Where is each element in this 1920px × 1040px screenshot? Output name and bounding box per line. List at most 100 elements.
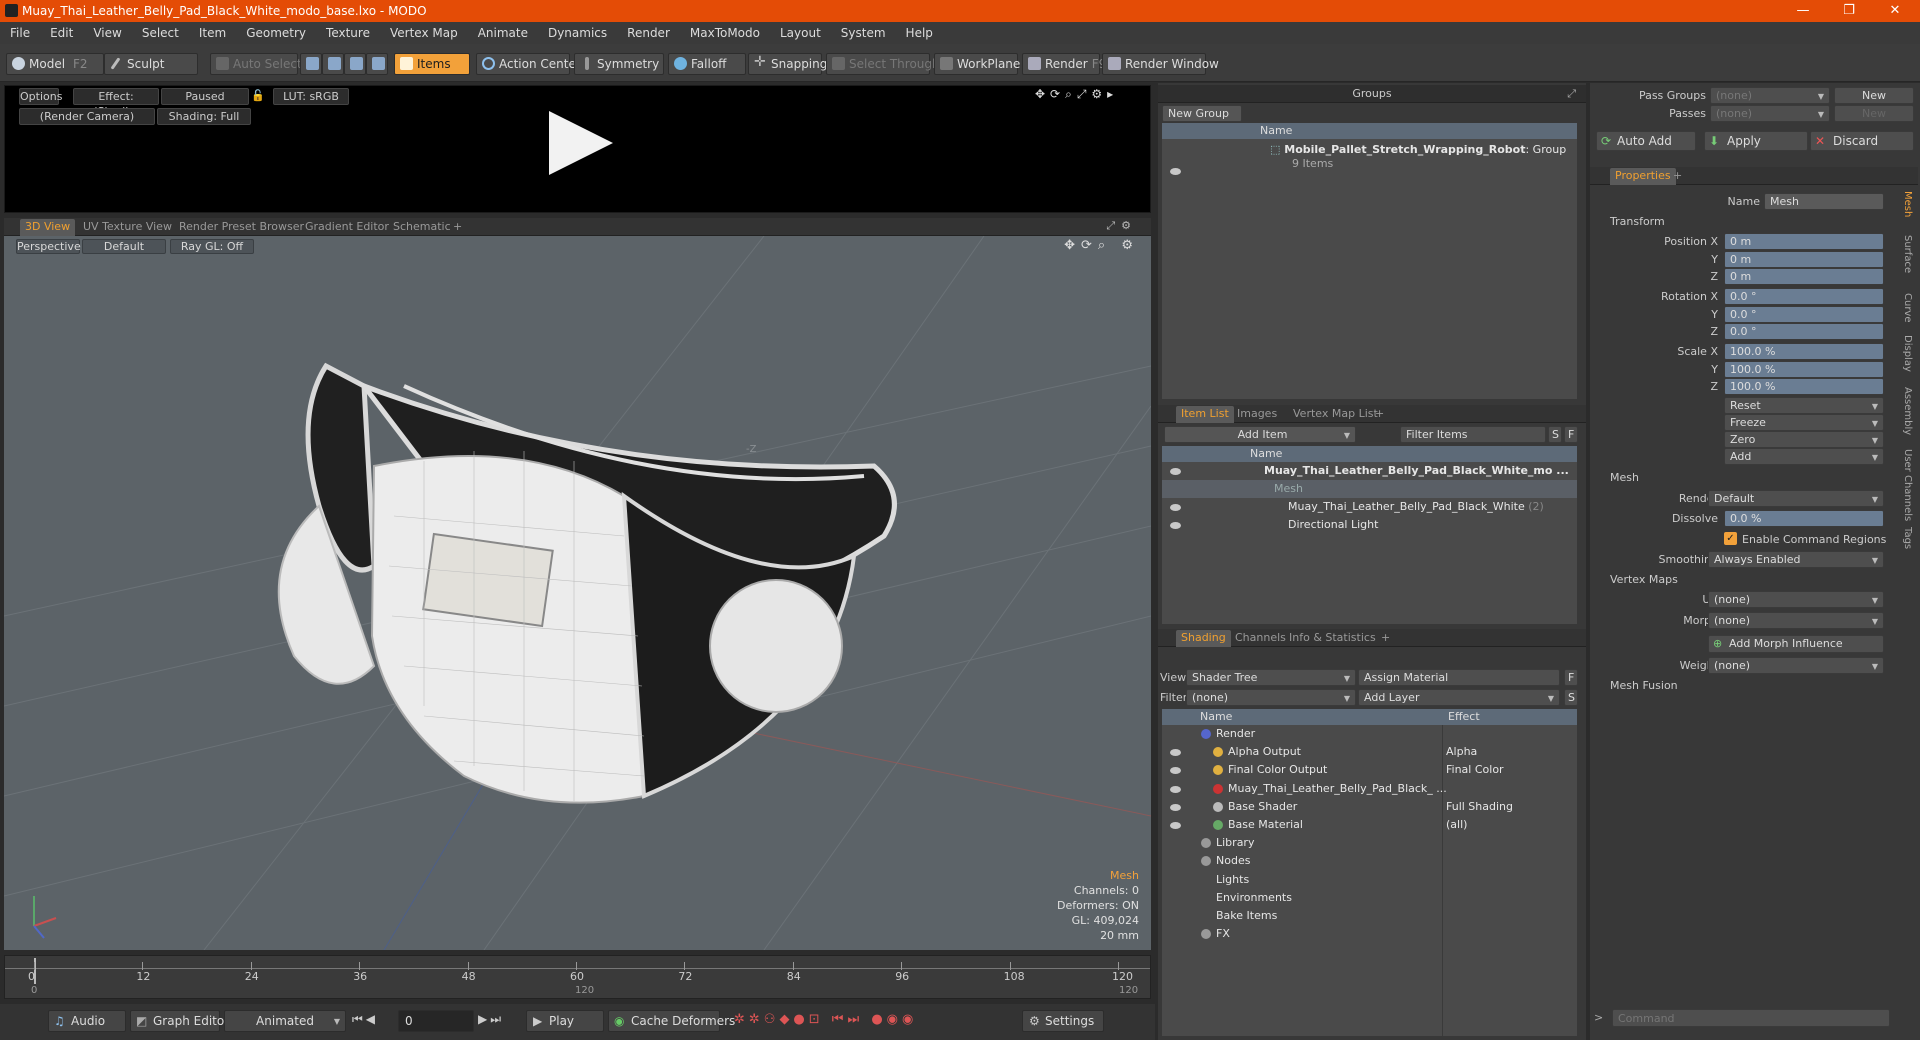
shading-dropdown[interactable]: Shading: Full (157, 108, 251, 125)
frame-field[interactable]: 0 (398, 1010, 474, 1032)
name-field[interactable]: Mesh (1764, 193, 1884, 210)
add-itemlist-tab[interactable]: + (1370, 406, 1389, 423)
graph-editor-button[interactable]: ◩ Graph Editor (130, 1010, 229, 1032)
workplane-button[interactable]: WorkPlane (934, 53, 1020, 75)
menu-dynamics[interactable]: Dynamics (538, 26, 617, 40)
render-window-button[interactable]: Render Window (1102, 53, 1219, 75)
uv-dropdown[interactable]: (none) (1708, 591, 1884, 608)
add-dropdown[interactable]: Add (1724, 448, 1884, 465)
preview-effect-dropdown[interactable]: Effect: (Shadi... (73, 88, 159, 118)
add-item-dropdown[interactable]: Add Item (1164, 426, 1356, 443)
render-button[interactable]: Render F9 (1022, 53, 1106, 75)
sculpt-button[interactable]: Sculpt (104, 53, 198, 75)
shading-f-button[interactable]: F (1564, 669, 1578, 686)
menu-file[interactable]: File (0, 26, 40, 40)
item-list[interactable]: Name Muay_Thai_Leather_Belly_Pad_Black_W… (1162, 446, 1577, 624)
render-camera-dropdown[interactable]: (Render Camera) (19, 108, 155, 125)
menu-maxtomodo[interactable]: MaxToModo (680, 26, 770, 40)
tab-gradient-editor[interactable]: Gradient Editor (300, 219, 394, 236)
shader-tree-row[interactable]: Bake Items (1162, 907, 1577, 925)
auto-select-button[interactable]: Auto Select (210, 53, 302, 75)
shader-tree-row[interactable]: Final Color Output Final Color (1162, 761, 1577, 779)
itemlist-f-button[interactable]: F (1564, 426, 1578, 443)
menu-edit[interactable]: Edit (40, 26, 83, 40)
add-layer-dropdown[interactable]: Add Layer (1358, 689, 1560, 706)
rotation-z-field[interactable]: 0.0 ° (1724, 323, 1884, 340)
mesh-fusion-section[interactable]: Mesh Fusion (1610, 679, 1678, 692)
shader-tree-row[interactable]: Render (1162, 725, 1577, 743)
new-pass-button[interactable]: New (1834, 105, 1914, 122)
morph-dropdown[interactable]: (none) (1708, 612, 1884, 629)
discard-button[interactable]: ✕ Discard (1810, 131, 1914, 151)
reset-dropdown[interactable]: Reset (1724, 397, 1884, 414)
shader-tree-row[interactable]: Lights (1162, 871, 1577, 889)
apply-button[interactable]: ⬇ Apply (1704, 131, 1808, 151)
shader-tree-row[interactable]: Base Shader Full Shading (1162, 798, 1577, 816)
weight-dropdown[interactable]: (none) (1708, 657, 1884, 674)
key-record-icons[interactable]: ✲✲⚇◆●⊡ ⏮⏭ ●◉◉ (734, 1012, 917, 1027)
menu-vertex-map[interactable]: Vertex Map (380, 26, 468, 40)
menu-render[interactable]: Render (617, 26, 680, 40)
scale-z-field[interactable]: 100.0 % (1724, 378, 1884, 395)
sidetab-curve[interactable]: Curve (1902, 293, 1913, 323)
play-icon[interactable] (549, 111, 613, 175)
close-icon[interactable]: ✕ (1872, 0, 1918, 22)
vertices-mode-button[interactable] (300, 53, 322, 75)
menu-animate[interactable]: Animate (468, 26, 538, 40)
render-dropdown[interactable]: Default (1708, 490, 1884, 507)
model-button[interactable]: Model F2 (6, 53, 104, 75)
3d-viewport[interactable]: Perspective Default Ray GL: Off ✥⟳⌕ ⚙ -Z… (4, 236, 1151, 950)
menu-texture[interactable]: Texture (316, 26, 380, 40)
filter-items-input[interactable]: Filter Items (1400, 426, 1546, 443)
restore-icon[interactable]: ❐ (1826, 0, 1872, 22)
smoothing-dropdown[interactable]: Always Enabled (1708, 551, 1884, 568)
shader-visibility-eye-icon[interactable] (1170, 749, 1181, 757)
menu-help[interactable]: Help (896, 26, 943, 40)
tab-info-statistics[interactable]: Info & Statistics (1284, 630, 1381, 647)
group-visibility-eye-icon[interactable] (1170, 168, 1181, 175)
menu-item[interactable]: Item (189, 26, 236, 40)
shader-tree-row[interactable]: Environments (1162, 889, 1577, 907)
sidetab-mesh[interactable]: Mesh (1902, 191, 1913, 217)
position-y-field[interactable]: 0 m (1724, 251, 1884, 268)
list-item-scene[interactable]: Muay_Thai_Leather_Belly_Pad_Black_White_… (1162, 462, 1577, 480)
falloff-button[interactable]: Falloff (668, 53, 746, 75)
snapping-button[interactable]: ✛ Snapping (748, 53, 827, 75)
shader-tree-row[interactable]: FX (1162, 925, 1577, 943)
viewport-nav-icons[interactable]: ✥⟳⌕ ⚙ (1064, 238, 1139, 253)
edges-mode-button[interactable] (322, 53, 344, 75)
tab-render-preset-browser[interactable]: Render Preset Browser (174, 219, 309, 236)
tab-shading[interactable]: Shading (1176, 630, 1231, 647)
transport-forward-icons[interactable]: ▶⏭ (478, 1012, 504, 1027)
tab-schematic[interactable]: Schematic (388, 219, 456, 236)
list-item-mesh[interactable]: Mesh (1162, 480, 1577, 498)
shading-s-button[interactable]: S (1564, 689, 1578, 706)
tab-images[interactable]: Images (1232, 406, 1282, 423)
menu-system[interactable]: System (831, 26, 896, 40)
audio-button[interactable]: ♫ Audio (48, 1010, 126, 1032)
materials-mode-button[interactable] (366, 53, 388, 75)
new-group-button[interactable]: New Group (1162, 105, 1242, 122)
shader-visibility-eye-icon[interactable] (1170, 785, 1181, 793)
lut-dropdown[interactable]: LUT: sRGB (273, 88, 349, 105)
command-input[interactable] (1612, 1009, 1890, 1027)
shader-view-dropdown[interactable]: Shader Tree (1186, 669, 1356, 686)
freeze-dropdown[interactable]: Freeze (1724, 414, 1884, 431)
animated-dropdown[interactable]: Animated (224, 1010, 346, 1032)
lock-icon[interactable]: 🔓 (251, 88, 265, 105)
menu-view[interactable]: View (83, 26, 131, 40)
dissolve-field[interactable]: 0.0 % (1724, 510, 1884, 527)
view-tab-controls[interactable]: ⤢⚙ (1106, 219, 1137, 233)
sidetab-surface[interactable]: Surface (1902, 235, 1913, 273)
sidetab-tags[interactable]: Tags (1902, 527, 1913, 549)
default-style-dropdown[interactable]: Default (82, 239, 166, 254)
tab-channels[interactable]: Channels (1230, 630, 1291, 647)
tab-uv-texture-view[interactable]: UV Texture View (78, 219, 177, 236)
groups-expand-icon[interactable]: ⤢ (1567, 85, 1576, 102)
itemlist-s-button[interactable]: S (1548, 426, 1562, 443)
add-properties-tab[interactable]: + (1668, 168, 1687, 185)
raygl-dropdown[interactable]: Ray GL: Off (170, 239, 254, 254)
shader-tree-row[interactable]: Alpha Output Alpha (1162, 743, 1577, 761)
menu-select[interactable]: Select (132, 26, 189, 40)
preview-nav-icons[interactable]: ✥⟳⌕⤢⚙▸ (1035, 87, 1118, 102)
